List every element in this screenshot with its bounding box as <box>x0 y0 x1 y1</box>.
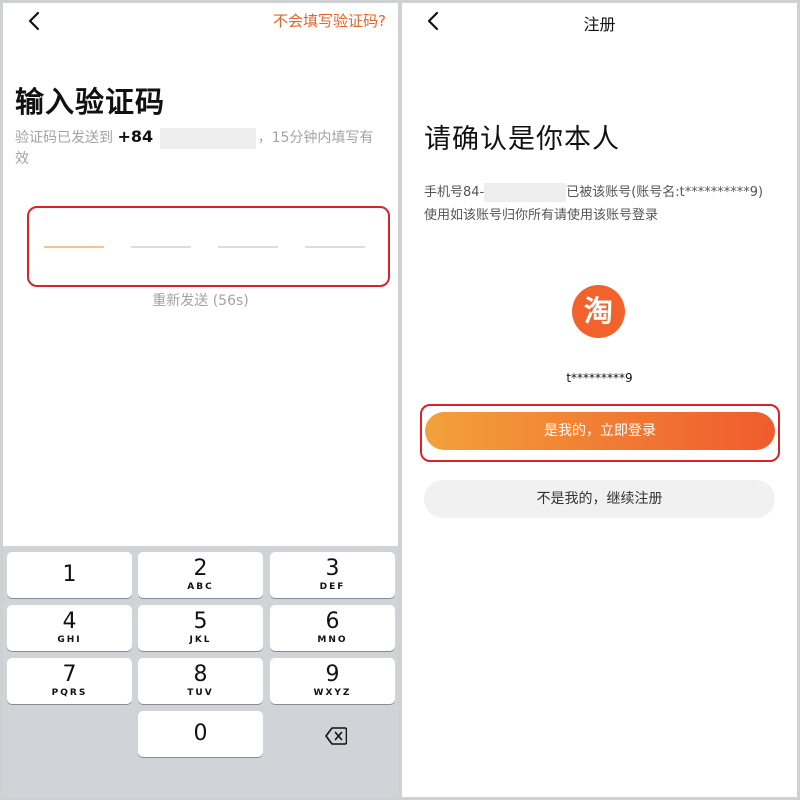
info-prefix: 手机号84- <box>424 185 485 200</box>
code-digit-3[interactable] <box>218 246 278 248</box>
key-letters: JKL <box>189 635 212 645</box>
info-line2: 使用如该账号归你所有请使用该账号登录 <box>424 208 659 223</box>
sent-prefix: 验证码已发送到 <box>15 130 113 146</box>
key-letters: TUV <box>187 688 214 698</box>
key-letters: DEF <box>319 582 346 592</box>
key-number: 4 <box>62 609 77 634</box>
login-button[interactable]: 是我的，立即登录 <box>425 412 775 450</box>
taobao-logo: 淘 <box>572 285 625 338</box>
key-7[interactable]: 7 PQRS <box>7 658 132 704</box>
key-6[interactable]: 6 MNO <box>270 605 395 651</box>
header-title: 注册 <box>583 15 616 34</box>
help-link[interactable]: 不会填写验证码? <box>273 10 386 31</box>
key-3[interactable]: 3 DEF <box>270 552 395 598</box>
delete-key[interactable] <box>273 714 398 760</box>
key-number: 6 <box>325 609 340 634</box>
numeric-keyboard: 1 2 ABC 3 DEF 4 GHI 5 JKL 6 MNO 7 PQRS 8… <box>3 546 398 797</box>
country-code: +84 <box>117 127 154 146</box>
key-letters: PQRS <box>51 688 88 698</box>
resend-countdown[interactable]: 重新发送 (56s) <box>3 290 398 310</box>
key-letters: ABC <box>187 582 214 592</box>
key-letters: GHI <box>57 635 82 645</box>
key-0[interactable]: 0 <box>138 711 263 757</box>
continue-register-button[interactable]: 不是我的，继续注册 <box>424 480 775 518</box>
key-number: 9 <box>325 662 340 687</box>
key-4[interactable]: 4 GHI <box>7 605 132 651</box>
back-button[interactable] <box>23 9 47 33</box>
code-input-box[interactable] <box>27 206 390 287</box>
key-letters: MNO <box>317 635 348 645</box>
verification-code-screen: 不会填写验证码? 输入验证码 验证码已发送到 +84 ，15分钟内填写有效 重新… <box>3 3 398 797</box>
key-9[interactable]: 9 WXYZ <box>270 658 395 704</box>
code-digit-1[interactable] <box>44 246 104 248</box>
account-name: t*********9 <box>566 371 633 385</box>
page-title: 输入验证码 <box>15 85 166 119</box>
key-number: 7 <box>62 662 77 687</box>
code-digit-4[interactable] <box>305 246 365 248</box>
key-number: 8 <box>193 662 208 687</box>
key-5[interactable]: 5 JKL <box>138 605 263 651</box>
code-digit-2[interactable] <box>131 246 191 248</box>
key-2[interactable]: 2 ABC <box>138 552 263 598</box>
key-8[interactable]: 8 TUV <box>138 658 263 704</box>
key-number: 5 <box>193 609 208 634</box>
confirm-identity-screen: 注册 请确认是你本人 手机号84- 已被该账号(账号名:t**********9)… <box>402 3 797 797</box>
page-title: 请确认是你本人 <box>424 124 620 155</box>
key-number: 3 <box>325 556 340 581</box>
key-number: 0 <box>193 721 208 746</box>
chevron-left-icon <box>28 11 40 31</box>
masked-phone <box>159 127 256 149</box>
masked-phone <box>484 183 567 202</box>
info-suffix: 已被该账号(账号名:t**********9) <box>566 185 764 200</box>
key-letters: WXYZ <box>313 688 352 698</box>
key-number: 1 <box>62 562 77 587</box>
backspace-icon <box>325 727 347 745</box>
account-info: 手机号84- 已被该账号(账号名:t**********9) 使用如该账号归你所有… <box>424 181 792 227</box>
key-number: 2 <box>193 556 208 581</box>
sent-info: 验证码已发送到 +84 ，15分钟内填写有效 <box>15 126 380 170</box>
key-1[interactable]: 1 <box>7 552 132 598</box>
